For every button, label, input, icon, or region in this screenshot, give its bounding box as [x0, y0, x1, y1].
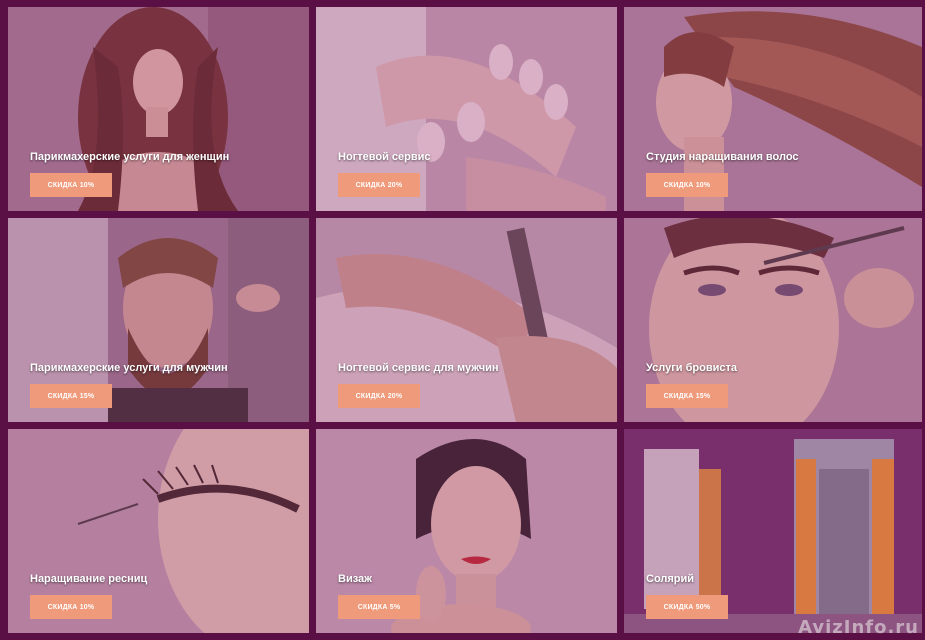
- services-grid: Парикмахерские услуги для женщин СКИДКА …: [0, 0, 925, 640]
- service-tile-men-hair[interactable]: Парикмахерские услуги для мужчин СКИДКА …: [8, 218, 309, 422]
- service-title: Парикмахерские услуги для мужчин: [30, 362, 228, 374]
- service-title: Ногтевой сервис: [338, 151, 431, 163]
- discount-button[interactable]: СКИДКА 5%: [338, 595, 420, 619]
- discount-button[interactable]: СКИДКА 10%: [646, 173, 728, 197]
- service-tile-hair-extension[interactable]: Студия наращивания волос СКИДКА 10%: [624, 7, 922, 211]
- service-tile-men-nails[interactable]: Ногтевой сервис для мужчин СКИДКА 20%: [316, 218, 617, 422]
- service-title: Ногтевой сервис для мужчин: [338, 362, 499, 374]
- service-tile-eyelash[interactable]: Наращивание ресниц СКИДКА 10%: [8, 429, 309, 633]
- discount-button[interactable]: СКИДКА 15%: [646, 384, 728, 408]
- service-tile-women-hair[interactable]: Парикмахерские услуги для женщин СКИДКА …: [8, 7, 309, 211]
- service-title: Визаж: [338, 573, 372, 585]
- service-tile-nail-service[interactable]: Ногтевой сервис СКИДКА 20%: [316, 7, 617, 211]
- discount-button[interactable]: СКИДКА 15%: [30, 384, 112, 408]
- service-tile-solarium[interactable]: Солярий СКИДКА 50%: [624, 429, 922, 633]
- service-title: Парикмахерские услуги для женщин: [30, 151, 230, 163]
- service-tile-makeup[interactable]: Визаж СКИДКА 5%: [316, 429, 617, 633]
- discount-button[interactable]: СКИДКА 50%: [646, 595, 728, 619]
- service-title: Солярий: [646, 573, 695, 585]
- discount-button[interactable]: СКИДКА 10%: [30, 173, 112, 197]
- discount-button[interactable]: СКИДКА 20%: [338, 173, 420, 197]
- service-tile-brow[interactable]: Услуги бровиста СКИДКА 15%: [624, 218, 922, 422]
- service-title: Услуги бровиста: [646, 362, 738, 374]
- discount-button[interactable]: СКИДКА 20%: [338, 384, 420, 408]
- service-title: Наращивание ресниц: [30, 573, 148, 585]
- service-title: Студия наращивания волос: [646, 151, 799, 163]
- watermark-logo: AvizInfo.ru: [798, 617, 919, 638]
- discount-button[interactable]: СКИДКА 10%: [30, 595, 112, 619]
